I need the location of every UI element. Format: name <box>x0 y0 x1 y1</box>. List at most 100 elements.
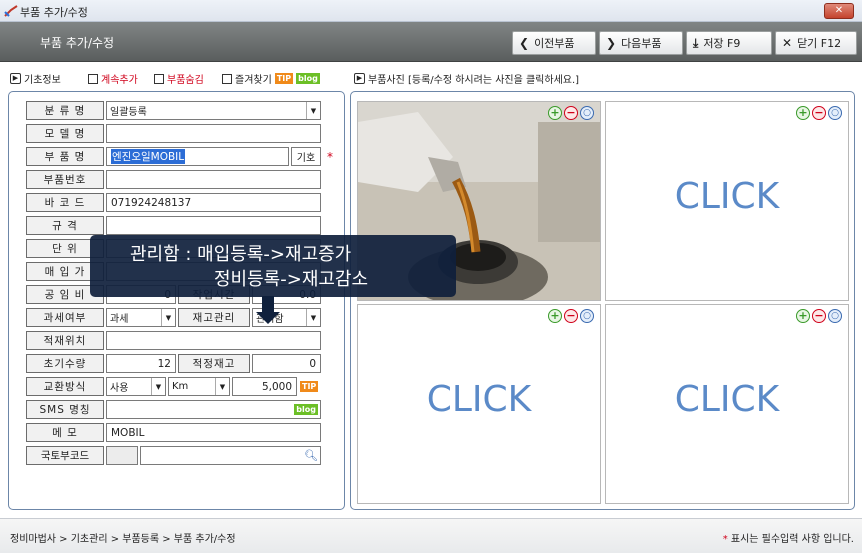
header-toolbar: 부품 추가/수정 ❮ 이전부품 ❯ 다음부품 ⤓ 저장 F9 ✕ 닫기 F12 <box>0 22 862 62</box>
favorites-checkbox[interactable]: 즐겨찾기 TIP blog <box>222 71 320 86</box>
zoom-in-icon[interactable]: + <box>548 309 562 323</box>
initial-qty-input[interactable]: 12 <box>106 354 176 373</box>
photo-4-tools: + − ○ <box>796 309 842 323</box>
magnifier-icon[interactable]: ○ <box>580 106 594 120</box>
remove-icon[interactable]: − <box>564 309 578 323</box>
blog-badge[interactable]: blog <box>294 404 318 415</box>
photo-slot-2[interactable]: CLICK + − ○ <box>605 101 849 301</box>
basic-info-label: 기초정보 <box>24 75 61 86</box>
photo-3-tools: + − ○ <box>548 309 594 323</box>
stock-mgmt-tooltip: 관리함 : 매입등록->재고증가 정비등록->재고감소 <box>90 235 456 297</box>
remove-icon[interactable]: − <box>812 309 826 323</box>
close-button[interactable]: ✕ 닫기 F12 <box>775 31 857 55</box>
search-icon[interactable]: 🔍︎ <box>304 449 318 462</box>
magnifier-icon[interactable]: ○ <box>828 106 842 120</box>
close-icon: ✕ <box>782 36 793 50</box>
part-name-row: 부 품 명 엔진오일MOBIL 기호 * <box>26 147 333 166</box>
checkbox-icon[interactable] <box>154 73 164 84</box>
tax-select[interactable]: 과세 ▼ <box>106 308 176 327</box>
options-row: ▶ 기초정보 계속추가 부품숨김 즐겨찾기 TIP blog ▶ 부품사진 [등… <box>0 62 862 90</box>
click-placeholder[interactable]: CLICK <box>358 379 600 420</box>
tax-value: 과세 <box>110 314 129 325</box>
barcode-input[interactable]: 071924248137 <box>106 193 321 212</box>
spec-row: 규 격 <box>26 216 321 235</box>
part-number-label: 부품번호 <box>26 170 104 189</box>
memo-input[interactable]: MOBIL <box>106 423 321 442</box>
arrow-right-icon: ▶ <box>10 73 21 84</box>
part-name-value: 엔진오일MOBIL <box>111 149 186 164</box>
magnifier-icon[interactable]: ○ <box>580 309 594 323</box>
model-input[interactable] <box>106 124 321 143</box>
exchange-label: 교환방식 <box>26 377 104 396</box>
tax-label: 과세여부 <box>26 308 104 327</box>
part-name-label: 부 품 명 <box>26 147 104 166</box>
stock-mgmt-label: 재고관리 <box>178 308 250 327</box>
favorites-label: 즐겨찾기 <box>235 75 272 86</box>
required-marker: * <box>327 149 333 164</box>
zoom-in-icon[interactable]: + <box>796 309 810 323</box>
continue-add-label: 계속추가 <box>101 75 138 86</box>
tooltip-line-2: 정비등록->재고감소 <box>214 269 369 290</box>
hide-part-checkbox[interactable]: 부품숨김 <box>154 71 204 86</box>
tooltip-line-1: 관리함 : 매입등록->재고증가 <box>130 244 352 265</box>
exchange-unit-select[interactable]: Km ▼ <box>168 377 230 396</box>
tip-badge[interactable]: TIP <box>300 381 319 392</box>
national-code-input[interactable]: 🔍︎ <box>140 446 321 465</box>
exchange-use-select[interactable]: 사용 ▼ <box>106 377 166 396</box>
proper-stock-input[interactable]: 0 <box>252 354 321 373</box>
chevron-down-icon[interactable]: ▼ <box>215 378 229 395</box>
part-name-input[interactable]: 엔진오일MOBIL <box>106 147 289 166</box>
chevron-down-icon[interactable]: ▼ <box>151 378 165 395</box>
location-label: 적재위치 <box>26 331 104 350</box>
remove-icon[interactable]: − <box>812 106 826 120</box>
click-placeholder[interactable]: CLICK <box>606 379 848 420</box>
prev-part-button[interactable]: ❮ 이전부품 <box>512 31 596 55</box>
photo-2-tools: + − ○ <box>796 106 842 120</box>
zoom-in-icon[interactable]: + <box>548 106 562 120</box>
tip-badge[interactable]: TIP <box>274 73 294 84</box>
photo-1-tools: + − ○ <box>548 106 594 120</box>
sms-row: SMS 명칭 blog <box>26 400 321 419</box>
breadcrumb: 정비마법사 > 기초관리 > 부품등록 > 부품 추가/수정 <box>10 534 236 545</box>
app-icon <box>4 5 18 17</box>
window-title: 부품 추가/수정 <box>20 6 88 19</box>
category-label: 분 류 명 <box>26 101 104 120</box>
chevron-down-icon[interactable]: ▼ <box>306 102 320 119</box>
magnifier-icon[interactable]: ○ <box>828 309 842 323</box>
click-placeholder[interactable]: CLICK <box>606 176 848 217</box>
exchange-amount-input[interactable]: 5,000 <box>232 377 297 396</box>
checkbox-icon[interactable] <box>88 73 98 84</box>
exchange-use-value: 사용 <box>110 383 129 394</box>
next-part-button[interactable]: ❯ 다음부품 <box>599 31 683 55</box>
continue-add-checkbox[interactable]: 계속추가 <box>88 71 138 86</box>
location-input[interactable] <box>106 331 321 350</box>
blog-badge[interactable]: blog <box>296 73 320 84</box>
national-code-row: 국토부코드 🔍︎ <box>26 446 321 465</box>
remove-icon[interactable]: − <box>564 106 578 120</box>
photo-slot-3[interactable]: CLICK + − ○ <box>357 304 601 504</box>
save-button[interactable]: ⤓ 저장 F9 <box>686 31 772 55</box>
memo-label: 메 모 <box>26 423 104 442</box>
chevron-down-icon[interactable]: ▼ <box>306 309 320 326</box>
page-title: 부품 추가/수정 <box>40 36 115 50</box>
photo-slot-4[interactable]: CLICK + − ○ <box>605 304 849 504</box>
checkbox-icon[interactable] <box>222 73 232 84</box>
chevron-down-icon[interactable]: ▼ <box>161 309 175 326</box>
category-select[interactable]: 일괄등록 ▼ <box>106 101 321 120</box>
part-number-row: 부품번호 <box>26 170 321 189</box>
zoom-in-icon[interactable]: + <box>796 106 810 120</box>
sms-input[interactable]: blog <box>106 400 321 419</box>
model-row: 모 델 명 <box>26 124 321 143</box>
chevron-right-icon: ❯ <box>606 36 617 50</box>
photo-panel: + − ○ CLICK + − ○ CLICK + − ○ CLICK + − … <box>350 91 855 510</box>
required-note: * 표시는 필수입력 사항 입니다. <box>723 530 854 545</box>
spec-input[interactable] <box>106 216 321 235</box>
spec-label: 규 격 <box>26 216 104 235</box>
chevron-left-icon: ❮ <box>519 36 530 50</box>
status-bar: 정비마법사 > 기초관리 > 부품등록 > 부품 추가/수정 * 표시는 필수입… <box>0 518 862 553</box>
part-number-input[interactable] <box>106 170 321 189</box>
window-close-button[interactable]: ✕ <box>824 3 854 19</box>
window-titlebar: 부품 추가/수정 ✕ <box>0 0 862 22</box>
sms-label: SMS 명칭 <box>26 400 104 419</box>
symbol-button[interactable]: 기호 <box>291 147 321 166</box>
